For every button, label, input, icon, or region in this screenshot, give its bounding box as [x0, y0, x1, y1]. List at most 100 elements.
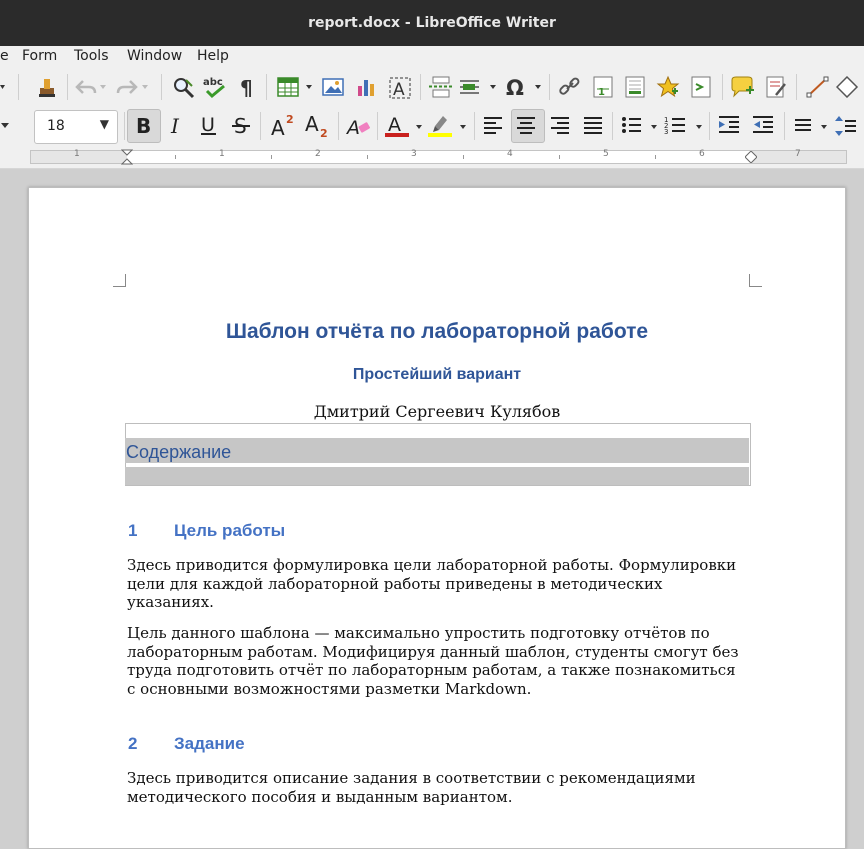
- clone-formatting-icon[interactable]: [36, 76, 58, 98]
- body-paragraph[interactable]: Здесь приводится формулировка цели лабор…: [127, 556, 747, 612]
- spacing-dropdown-icon[interactable]: [820, 123, 828, 131]
- insert-footnote-icon[interactable]: 1: [592, 76, 616, 98]
- font-name-dropdown-icon[interactable]: [0, 122, 12, 130]
- formatting-marks-icon[interactable]: ¶: [238, 76, 258, 98]
- menu-edit-partial[interactable]: e: [0, 48, 9, 64]
- body-paragraph[interactable]: Здесь приводится описание задания в соот…: [127, 769, 747, 806]
- highlight-color-icon[interactable]: [427, 112, 455, 140]
- separator: [549, 74, 550, 100]
- document-title[interactable]: Шаблон отчёта по лабораторной работе: [29, 320, 845, 344]
- toc-title[interactable]: Содержание: [126, 442, 231, 463]
- dropdown-arrow-icon[interactable]: [0, 82, 6, 92]
- section-heading[interactable]: Задание: [174, 734, 245, 754]
- increase-indent-icon[interactable]: [717, 114, 743, 136]
- margin-corner-mark: [749, 274, 762, 287]
- ruler-tick: [559, 155, 560, 159]
- spelling-icon[interactable]: abc: [202, 74, 230, 100]
- section-number: 2: [128, 734, 138, 753]
- separator: [124, 112, 125, 140]
- bullet-list-icon[interactable]: [620, 115, 644, 135]
- bold-icon[interactable]: B: [133, 114, 155, 136]
- insert-chart-icon[interactable]: [355, 76, 379, 98]
- svg-text:A: A: [346, 117, 360, 138]
- align-right-icon[interactable]: [549, 115, 573, 135]
- subscript-icon[interactable]: A2: [304, 112, 332, 138]
- title-bar: report.docx - LibreOffice Writer: [0, 0, 864, 46]
- insert-comment-icon[interactable]: [730, 76, 756, 98]
- insert-table-icon[interactable]: [277, 76, 301, 98]
- right-indent-marker-icon[interactable]: [745, 151, 757, 163]
- italic-icon[interactable]: I: [166, 114, 188, 136]
- clear-formatting-icon[interactable]: A: [346, 114, 372, 138]
- svg-text:A: A: [393, 80, 405, 100]
- document-page[interactable]: Шаблон отчёта по лабораторной работе Про…: [28, 187, 846, 849]
- special-character-icon[interactable]: Ω: [504, 75, 528, 99]
- toc-body-band: [125, 467, 749, 485]
- bullet-list-dropdown-icon[interactable]: [650, 123, 658, 131]
- strikethrough-icon[interactable]: S: [231, 114, 253, 136]
- svg-text:A: A: [388, 114, 401, 136]
- svg-text:A: A: [305, 112, 319, 136]
- font-color-icon[interactable]: A: [384, 112, 412, 140]
- svg-text:I: I: [170, 114, 180, 136]
- insert-text-box-icon[interactable]: A: [388, 76, 412, 100]
- separator: [338, 112, 339, 140]
- insert-field-icon[interactable]: [459, 76, 485, 98]
- table-dropdown-icon[interactable]: [305, 83, 313, 91]
- separator: [161, 74, 162, 100]
- basic-shapes-icon[interactable]: [836, 76, 860, 98]
- menu-window[interactable]: Window: [127, 48, 182, 64]
- paragraph-spacing-icon[interactable]: [793, 115, 815, 135]
- bookmark-icon[interactable]: [656, 75, 680, 99]
- justify-icon[interactable]: [582, 115, 606, 135]
- line-spacing-icon[interactable]: [834, 114, 858, 138]
- separator: [474, 112, 475, 140]
- font-size-box[interactable]: 18 ▼: [34, 110, 118, 144]
- superscript-icon[interactable]: A2: [270, 112, 298, 138]
- decrease-indent-icon[interactable]: [751, 114, 777, 136]
- body-paragraph[interactable]: Цель данного шаблона — максимально упрос…: [127, 624, 747, 698]
- ruler-tick: [175, 155, 176, 159]
- document-subtitle[interactable]: Простейший вариант: [29, 366, 845, 384]
- highlight-dropdown-icon[interactable]: [459, 123, 467, 131]
- insert-line-icon[interactable]: [806, 76, 830, 98]
- menu-tools[interactable]: Tools: [74, 48, 109, 64]
- redo-dropdown-icon[interactable]: [141, 83, 149, 91]
- insert-image-icon[interactable]: [322, 76, 346, 98]
- separator: [266, 74, 267, 100]
- numbered-list-icon[interactable]: 123: [664, 114, 688, 136]
- standard-toolbar: abc ¶ A Ω 1: [0, 68, 864, 106]
- undo-icon[interactable]: [75, 77, 97, 97]
- ruler-number: 1: [219, 149, 225, 159]
- special-char-dropdown-icon[interactable]: [534, 83, 542, 91]
- underline-icon[interactable]: U: [198, 113, 222, 137]
- ruler-number: 5: [603, 149, 609, 159]
- redo-icon[interactable]: [116, 77, 138, 97]
- indent-marker-icon[interactable]: [121, 149, 133, 165]
- find-replace-icon[interactable]: [172, 76, 196, 100]
- align-center-icon[interactable]: [515, 115, 539, 135]
- field-dropdown-icon[interactable]: [489, 83, 497, 91]
- section-heading[interactable]: Цель работы: [174, 521, 285, 541]
- font-size-value[interactable]: 18: [47, 118, 65, 134]
- svg-text:U: U: [201, 114, 215, 136]
- menu-form[interactable]: Form: [22, 48, 57, 64]
- insert-endnote-icon[interactable]: [624, 76, 648, 98]
- separator: [722, 74, 723, 100]
- menu-help[interactable]: Help: [197, 48, 229, 64]
- ruler-tick: [367, 155, 368, 159]
- font-color-dropdown-icon[interactable]: [415, 123, 423, 131]
- numbered-list-dropdown-icon[interactable]: [695, 123, 703, 131]
- separator: [377, 112, 378, 140]
- horizontal-ruler[interactable]: 1 1 2 3 4 5 6 7: [30, 149, 847, 165]
- font-size-dropdown-icon[interactable]: ▼: [100, 117, 109, 131]
- cross-reference-icon[interactable]: [690, 76, 714, 98]
- svg-text:2: 2: [320, 127, 328, 138]
- ruler-number: 3: [411, 149, 417, 159]
- hyperlink-icon[interactable]: [558, 76, 582, 98]
- document-author[interactable]: Дмитрий Сергеевич Кулябов: [29, 402, 845, 421]
- insert-page-break-icon[interactable]: [428, 76, 454, 98]
- undo-dropdown-icon[interactable]: [99, 83, 107, 91]
- track-changes-icon[interactable]: [764, 75, 788, 99]
- align-left-icon[interactable]: [482, 115, 506, 135]
